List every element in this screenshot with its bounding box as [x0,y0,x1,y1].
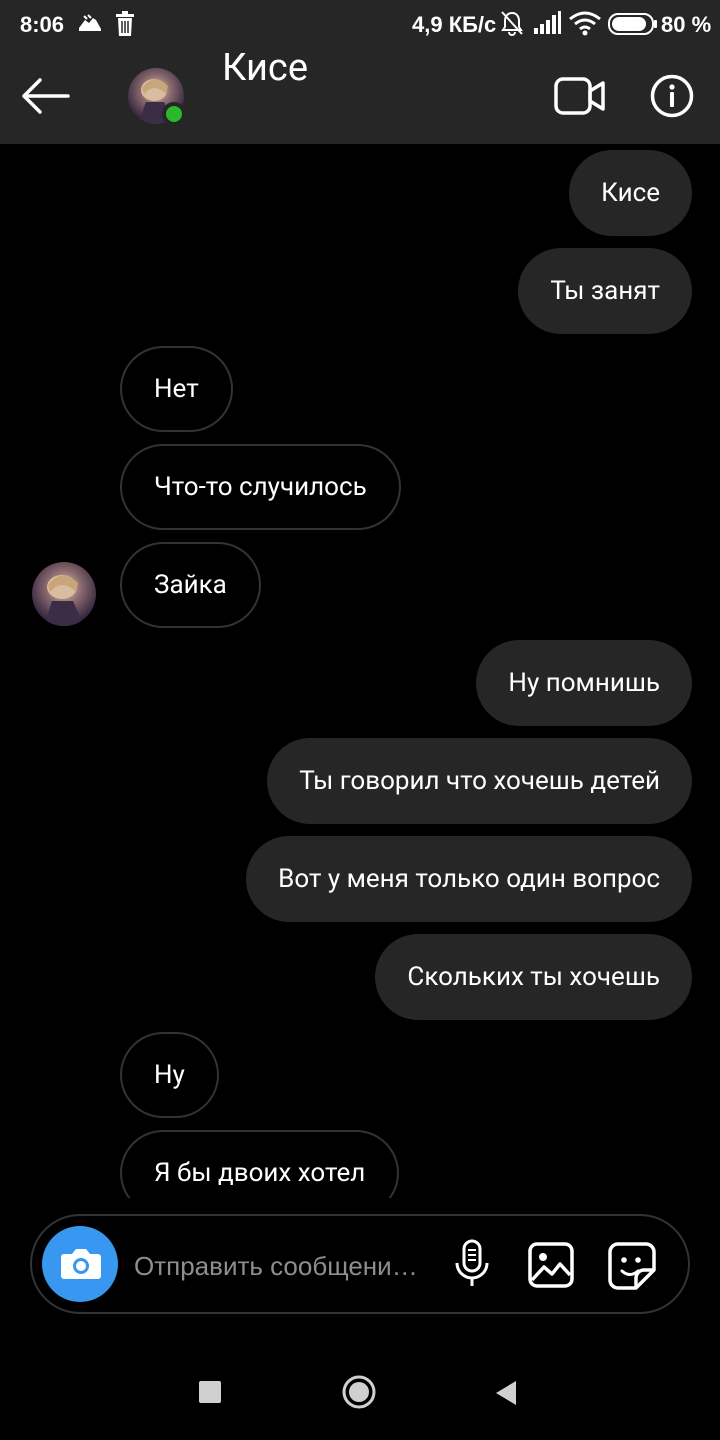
chat-title[interactable]: Кисе [222,48,308,88]
recents-square-icon[interactable] [199,1381,221,1403]
message-input[interactable] [132,1240,436,1292]
back-triangle-icon[interactable] [494,1379,518,1407]
trash-icon [114,10,136,44]
muted-bell-icon [500,10,524,42]
home-circle-icon[interactable] [342,1375,376,1409]
voice-message-button[interactable] [452,1238,492,1290]
info-button[interactable] [650,74,694,118]
gallery-icon [528,1242,574,1288]
sticker-button[interactable] [608,1242,656,1290]
battery-icon [608,13,658,41]
camera-icon [61,1249,101,1279]
message-bubble-incoming[interactable]: Что-то случилось [120,444,401,530]
message-bubble-incoming[interactable]: Ну [120,1032,219,1118]
running-shoe-icon [76,10,104,44]
message-bubble-outgoing[interactable]: Вот у меня только один вопрос [246,836,692,922]
message-composer [30,1214,690,1314]
message-thread[interactable]: Кисе Ты занят Нет Что-то случилось Зайка… [0,144,720,1198]
message-bubble-incoming[interactable]: Нет [120,346,233,432]
system-nav-bar [0,1340,720,1440]
microphone-icon [455,1239,489,1286]
sticker-icon [608,1242,656,1290]
message-bubble-outgoing[interactable]: Ты занят [518,248,692,334]
message-bubble-outgoing[interactable]: Скольких ты хочешь [375,934,692,1020]
info-icon [650,74,694,118]
chat-header: Кисе [0,48,720,144]
back-button[interactable] [18,72,74,120]
message-bubble-outgoing[interactable]: Ты говорил что хочешь детей [267,738,692,824]
online-status-dot [162,102,186,126]
camera-button[interactable] [42,1226,118,1302]
video-call-button[interactable] [554,76,606,116]
wifi-icon [568,10,602,42]
battery-percent: 80 % [661,12,712,37]
status-time: 8:06 [20,12,65,37]
signal-icon [532,10,562,42]
message-bubble-outgoing[interactable]: Ну помнишь [476,640,692,726]
message-bubble-incoming[interactable]: Я бы двоих хотел [120,1130,400,1198]
message-bubble-incoming[interactable]: Зайка [120,542,261,628]
status-bar: 8:06 4,9 КБ/с 80 % [0,0,720,48]
sender-avatar[interactable] [32,562,96,626]
back-arrow-icon [22,78,70,114]
network-speed: 4,9 КБ/с [412,12,497,37]
video-call-icon [554,77,605,115]
gallery-button[interactable] [528,1242,574,1288]
message-bubble-outgoing[interactable]: Кисе [569,150,692,236]
